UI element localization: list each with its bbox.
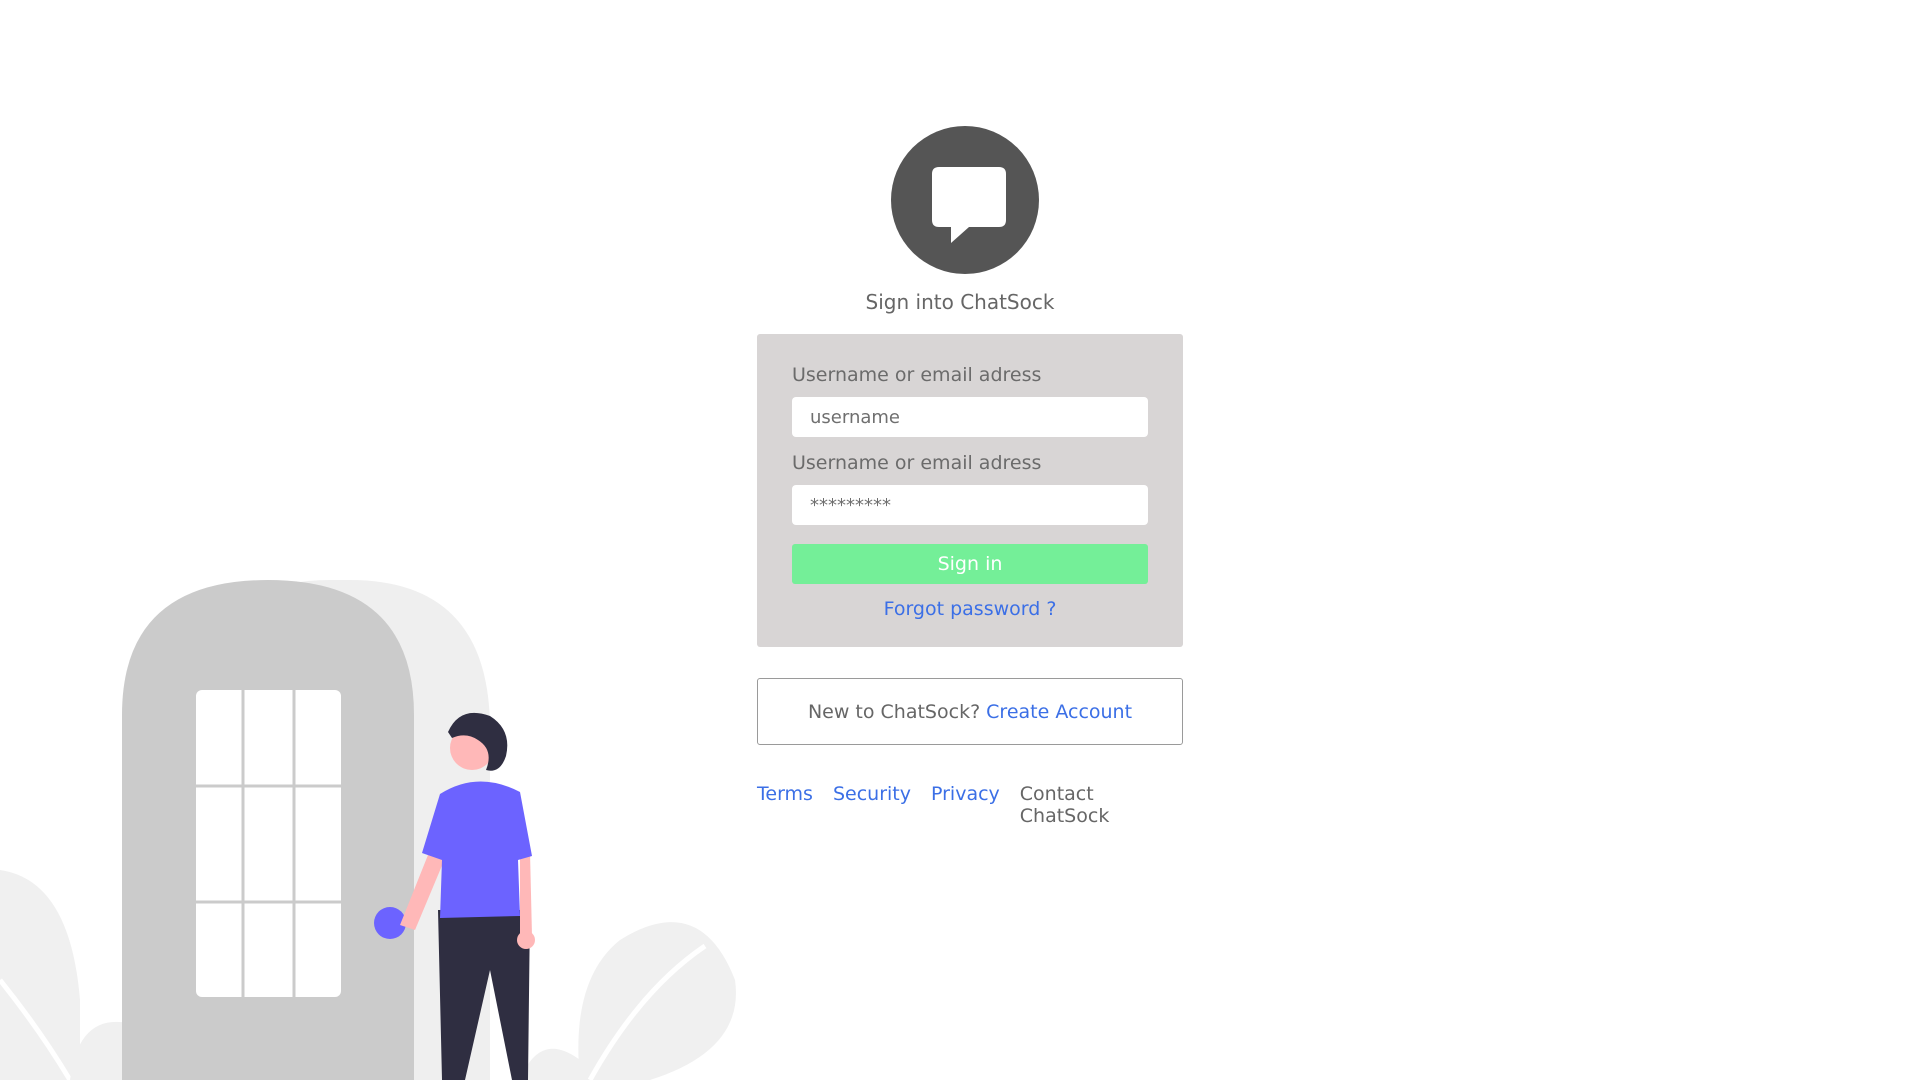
door-window (196, 690, 341, 997)
privacy-link[interactable]: Privacy (931, 783, 1000, 827)
chat-bubble-icon (891, 126, 1039, 274)
footer-links: Terms Security Privacy Contact ChatSock (757, 783, 1183, 827)
password-input[interactable] (792, 485, 1148, 525)
username-label: Username or email adress (792, 364, 1042, 386)
login-form: Username or email adress Username or ema… (757, 334, 1183, 647)
contact-text: Contact ChatSock (1019, 783, 1110, 827)
forgot-password-link[interactable]: Forgot password ? (757, 598, 1183, 620)
create-account-box: New to ChatSock? Create Account (757, 678, 1183, 745)
door-person-illustration (0, 580, 736, 1080)
password-label: Username or email adress (792, 452, 1042, 474)
login-page: Sign into ChatSock Username or email adr… (0, 0, 1920, 1080)
new-user-prompt: New to ChatSock? (807, 700, 981, 723)
username-input[interactable] (792, 397, 1148, 437)
left-leaf-plant (0, 870, 80, 1080)
app-logo (891, 126, 1039, 274)
create-account-link[interactable]: Create Account (986, 701, 1132, 723)
security-link[interactable]: Security (833, 783, 911, 827)
terms-link[interactable]: Terms (757, 783, 813, 827)
page-title: Sign into ChatSock (865, 290, 1055, 314)
sign-in-button[interactable]: Sign in (792, 544, 1148, 584)
